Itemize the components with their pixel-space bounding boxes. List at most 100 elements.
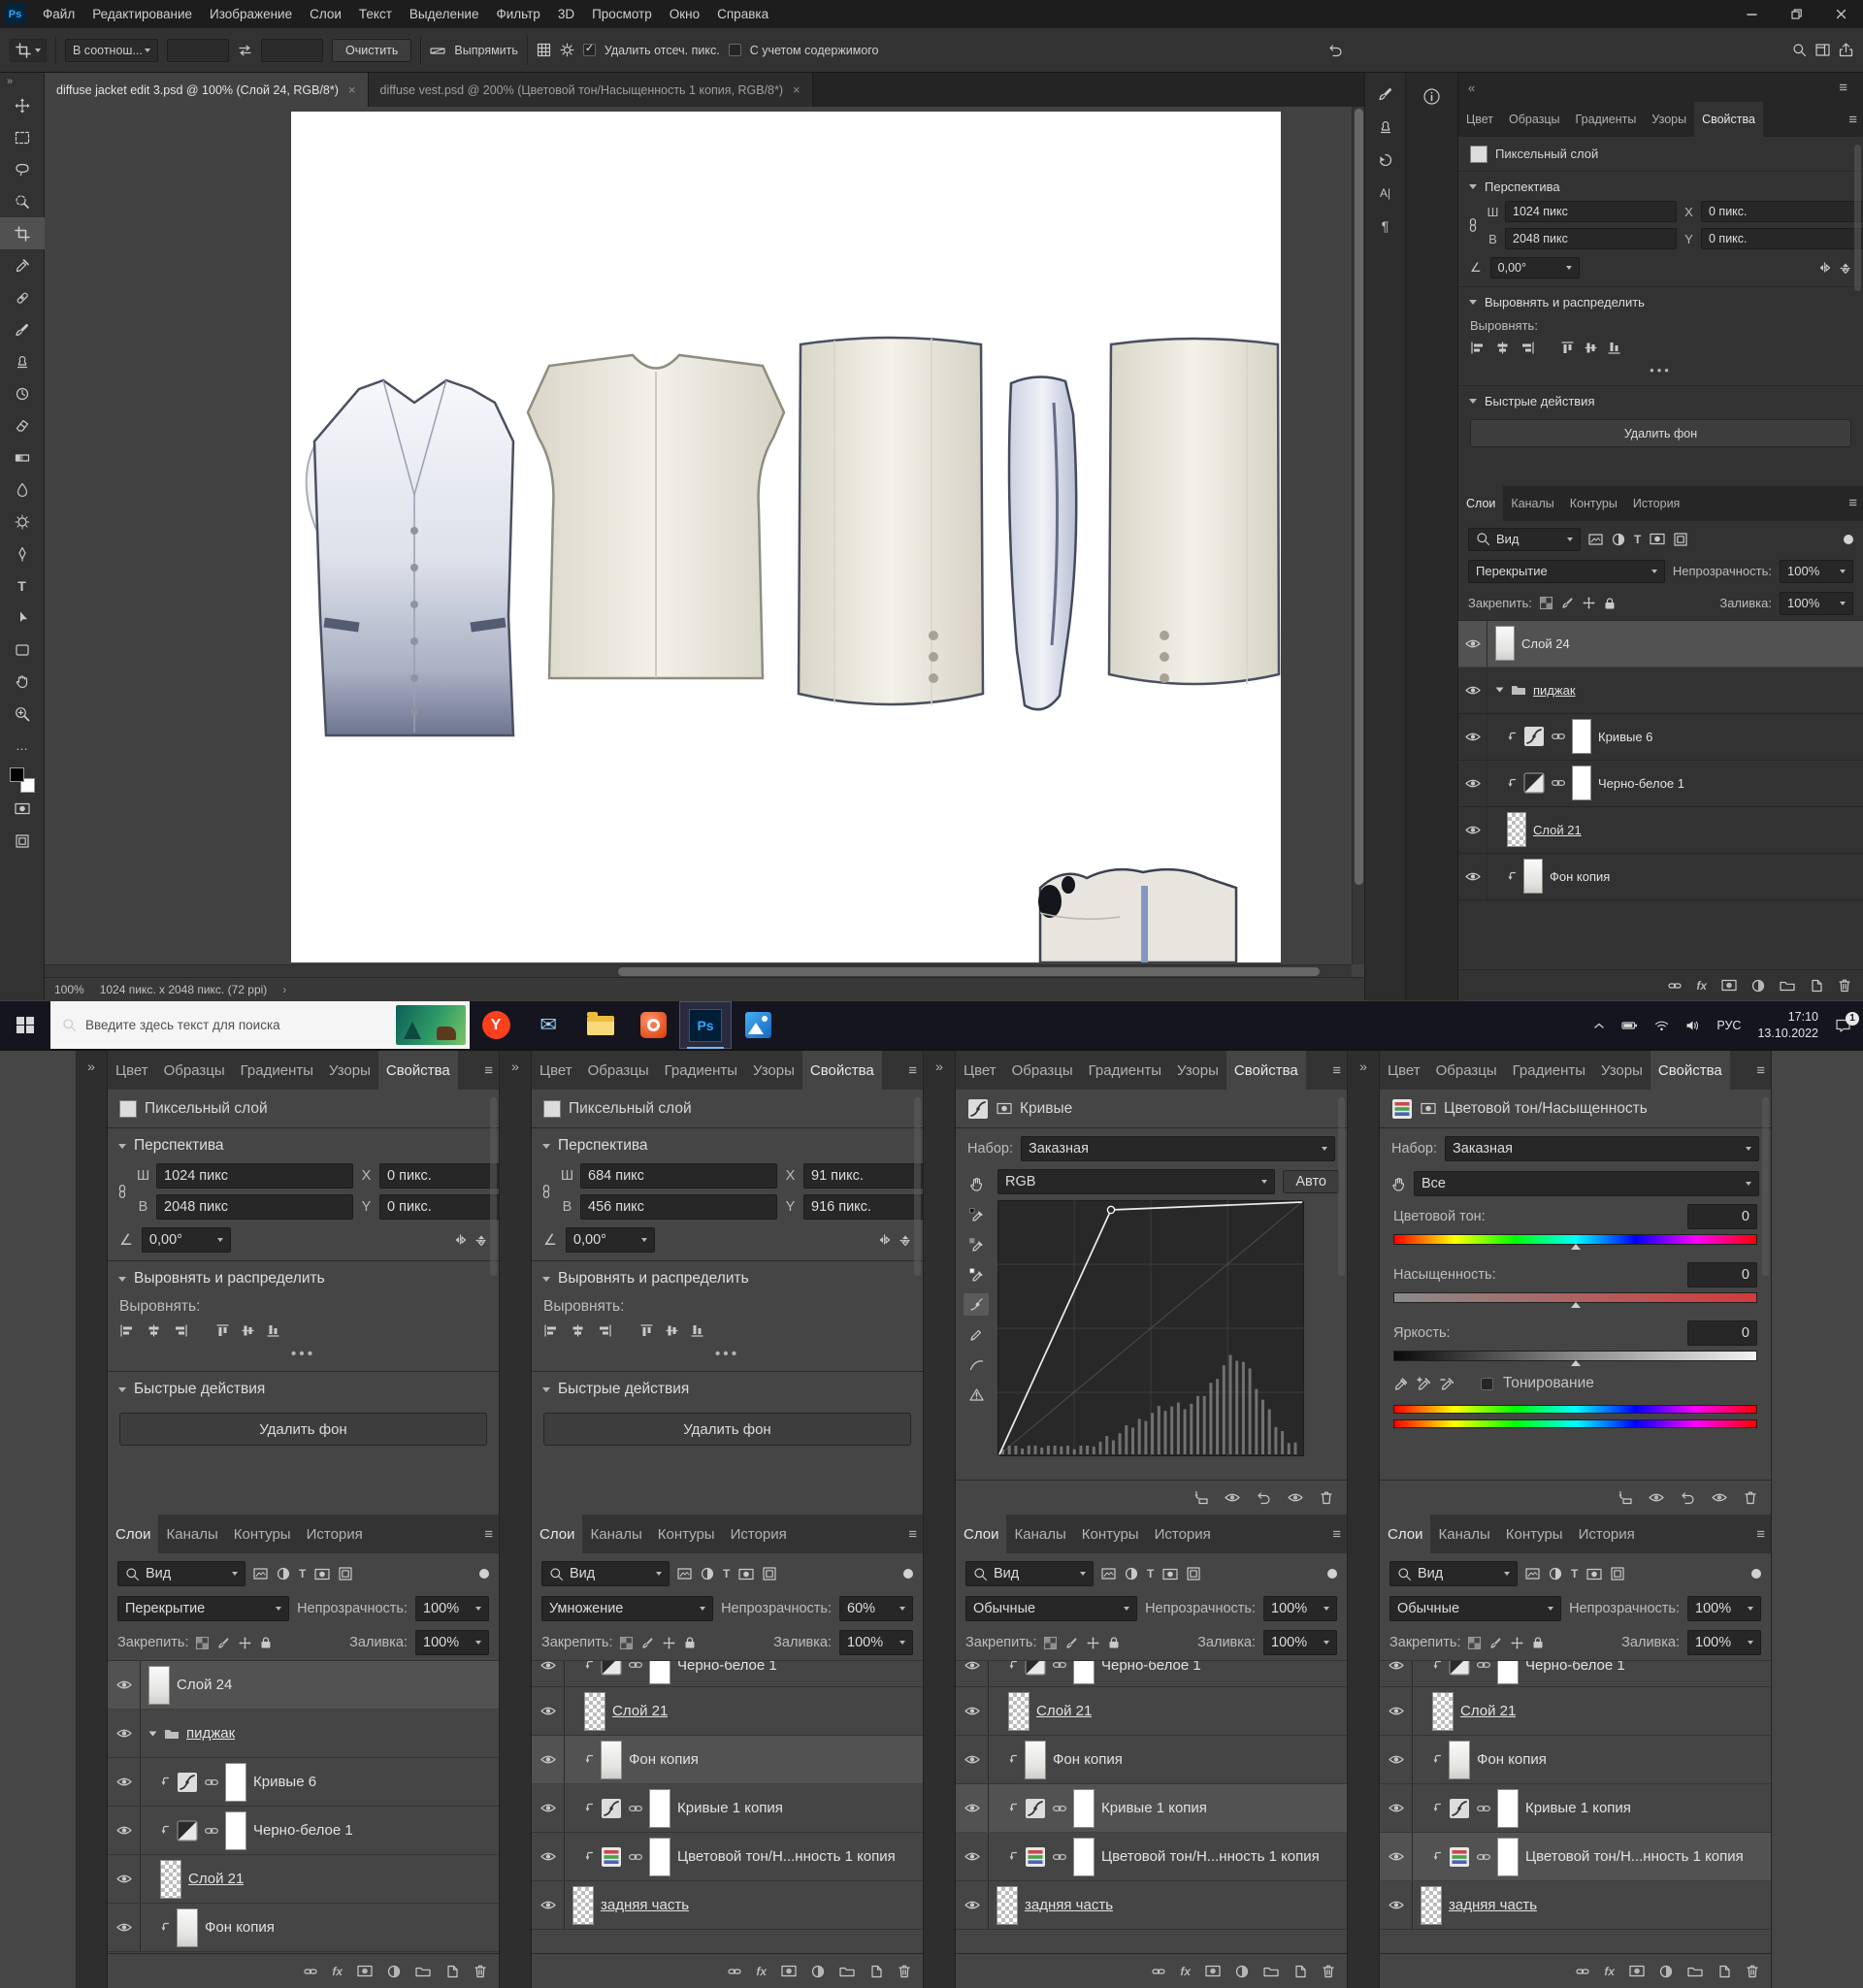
tool-shape[interactable] [0, 634, 45, 666]
tool-pen[interactable] [0, 538, 45, 570]
curves-adjustment-icon[interactable] [601, 1798, 622, 1819]
workspace-switcher-icon[interactable] [1815, 44, 1830, 56]
fx-icon[interactable]: fx [1604, 1965, 1615, 1978]
blend-mode-dropdown[interactable]: Перекрытие [117, 1596, 290, 1621]
link-layers-icon[interactable] [1576, 1965, 1589, 1978]
lock-position-icon[interactable] [663, 1636, 676, 1649]
mask-thumbnail[interactable] [649, 1661, 670, 1684]
adjustment-filter-icon[interactable] [1612, 533, 1625, 546]
opacity-dropdown[interactable]: 100% [1687, 1596, 1761, 1621]
layer-visibility-toggle[interactable] [956, 1784, 989, 1832]
hue-input[interactable] [1687, 1204, 1757, 1229]
panel-tab[interactable]: Образцы [1428, 1051, 1505, 1090]
layer-visibility-toggle[interactable] [532, 1784, 565, 1832]
transform-section-header[interactable]: Перспектива [532, 1128, 923, 1163]
layer-visibility-toggle[interactable] [956, 1661, 989, 1686]
y-input[interactable] [1701, 228, 1863, 249]
layer-row[interactable]: Черно-белое 1 [1380, 1661, 1771, 1687]
mask-badge-icon[interactable] [1421, 1102, 1436, 1115]
flip-horizontal-icon[interactable] [878, 1234, 891, 1246]
layer-visibility-toggle[interactable] [108, 1710, 141, 1757]
horizontal-scrollbar[interactable] [45, 964, 1352, 977]
mask-filter-icon[interactable] [738, 1568, 754, 1581]
panel-tab[interactable]: Каналы [1503, 486, 1561, 521]
transform-section-header[interactable]: Перспектива [1458, 172, 1863, 201]
add-mask-icon[interactable] [1205, 1965, 1221, 1977]
mask-thumbnail[interactable] [1497, 1661, 1519, 1684]
blend-mode-dropdown[interactable]: Обычные [965, 1596, 1138, 1621]
x-input[interactable] [1701, 201, 1863, 222]
tool-dodge[interactable] [0, 505, 45, 538]
panel-tab[interactable]: Свойства [1650, 1051, 1730, 1090]
tool-type[interactable]: T [0, 570, 45, 602]
layer-visibility-toggle[interactable] [108, 1904, 141, 1951]
opacity-dropdown[interactable]: 100% [1780, 559, 1853, 583]
search-promo-icon[interactable] [396, 1005, 466, 1045]
panel-tab[interactable]: Образцы [1501, 102, 1568, 137]
content-aware-checkbox[interactable] [728, 44, 741, 56]
blend-mode-dropdown[interactable]: Умножение [541, 1596, 714, 1621]
lock-position-icon[interactable] [239, 1636, 252, 1649]
filter-type-dropdown[interactable]: Вид [965, 1561, 1094, 1586]
taskbar-app-file-explorer[interactable] [574, 1001, 627, 1049]
panel-tab[interactable]: Цвет [1458, 102, 1501, 137]
align-top-icon[interactable] [1561, 341, 1574, 355]
align-middle-icon[interactable] [1585, 341, 1597, 355]
bw-adjustment-icon[interactable] [1449, 1661, 1470, 1676]
panel-tab[interactable]: Узоры [1169, 1051, 1226, 1090]
collapsed-clone-source-icon[interactable] [1371, 114, 1400, 141]
link-dimensions-icon[interactable] [538, 1185, 555, 1198]
opacity-dropdown[interactable]: 100% [1263, 1596, 1337, 1621]
flip-vertical-icon[interactable] [1840, 262, 1851, 275]
remove-background-button[interactable]: Удалить фон [119, 1413, 487, 1446]
x-input[interactable] [803, 1163, 923, 1189]
slider-handle[interactable] [1570, 1360, 1581, 1366]
panel-tab[interactable]: История [1571, 1515, 1643, 1553]
fx-icon[interactable]: fx [1180, 1965, 1191, 1978]
opacity-dropdown[interactable]: 60% [839, 1596, 913, 1621]
hue-slider[interactable] [1393, 1234, 1757, 1250]
layers-menu-icon[interactable]: ≡ [1326, 1515, 1347, 1553]
curves-adjustment-icon[interactable] [177, 1772, 198, 1793]
paragraph-panel-icon[interactable]: ¶ [1371, 212, 1400, 240]
layer-thumbnail[interactable] [584, 1691, 605, 1731]
y-input[interactable] [803, 1194, 923, 1220]
layer-visibility-toggle[interactable] [1380, 1736, 1413, 1783]
layer-thumbnail[interactable] [1507, 812, 1526, 847]
layers-menu-icon[interactable]: ≡ [1843, 486, 1863, 521]
delete-layer-icon[interactable] [1322, 1964, 1335, 1978]
add-adjustment-icon[interactable] [811, 1965, 825, 1978]
preset-dropdown[interactable]: Заказная [1021, 1136, 1335, 1161]
type-filter-icon[interactable]: T [1571, 1567, 1578, 1581]
align-section-header[interactable]: Выровнять и распределить [1458, 287, 1863, 316]
zoom-level[interactable]: 100% [54, 983, 84, 996]
layers-menu-icon[interactable]: ≡ [478, 1515, 499, 1553]
clock[interactable]: 17:10 13.10.2022 [1757, 1009, 1818, 1041]
panel-menu-icon[interactable]: ≡ [902, 1051, 923, 1090]
fx-icon[interactable]: fx [332, 1965, 343, 1978]
lock-pixels-icon[interactable] [1561, 597, 1574, 609]
layer-row[interactable]: Фон копия [532, 1736, 923, 1784]
layer-thumbnail[interactable] [1495, 626, 1515, 661]
lock-position-icon[interactable] [1511, 1636, 1524, 1649]
panel-tab[interactable]: Свойства [377, 1051, 458, 1090]
panel-tab[interactable]: Образцы [1004, 1051, 1081, 1090]
close-tab-icon[interactable]: × [348, 82, 356, 97]
quick-actions-header[interactable]: Быстрые действия [1458, 386, 1863, 415]
panel-tab[interactable]: Каналы [158, 1515, 225, 1553]
new-group-icon[interactable] [839, 1965, 855, 1977]
delete-layer-icon[interactable] [898, 1964, 911, 1978]
panel-tab[interactable]: История [1147, 1515, 1219, 1553]
tool-quick-selection[interactable] [0, 185, 45, 217]
layer-row[interactable]: Цветовой тон/Н...нность 1 копия [956, 1833, 1347, 1881]
scrollbar[interactable] [914, 1097, 921, 1276]
menu-item[interactable]: Изображение [201, 2, 301, 26]
filter-toggle[interactable] [1751, 1569, 1761, 1579]
delete-layer-icon[interactable] [1746, 1964, 1759, 1978]
panel-tab[interactable]: История [299, 1515, 371, 1553]
panel-tab[interactable]: Узоры [1644, 102, 1694, 137]
smart-filter-icon[interactable] [1674, 532, 1687, 546]
rotate-view-icon[interactable] [1371, 147, 1400, 174]
notification-center-icon[interactable]: 1 [1835, 1011, 1859, 1032]
panel-tab[interactable]: Образцы [580, 1051, 657, 1090]
